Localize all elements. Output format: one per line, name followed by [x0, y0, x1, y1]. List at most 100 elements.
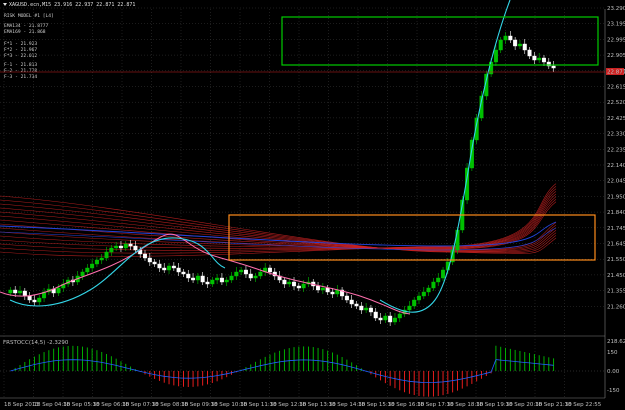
price-tick-label: 21.745: [607, 226, 625, 232]
candle-body: [18, 290, 23, 294]
osc-axis-label: 218.6259: [607, 339, 625, 345]
candle-body: [388, 315, 393, 323]
candle-body: [8, 289, 13, 294]
candle-body: [320, 287, 325, 291]
osc-axis-label: -150: [607, 388, 620, 394]
candle-body: [157, 263, 162, 269]
ema-ribbon-line: [0, 193, 557, 249]
candle-body: [330, 291, 335, 295]
candle-body: [13, 289, 18, 294]
candle-body: [167, 265, 172, 271]
candle-body: [224, 279, 229, 283]
candle-body: [349, 299, 354, 305]
cyan-trend-line: [9, 0, 511, 313]
price-tick-label: 22.995: [607, 37, 625, 43]
candle-body: [90, 263, 95, 269]
candle-body: [22, 290, 27, 297]
candle-body: [416, 295, 422, 301]
candle-body: [133, 245, 138, 251]
price-tick-label: 23.195: [607, 22, 625, 28]
candle-body: [176, 267, 181, 273]
candle-body: [162, 267, 167, 271]
price-tick-label: 22.140: [607, 163, 625, 169]
candle-body: [32, 299, 37, 303]
price-tick-label: 22.615: [607, 85, 625, 91]
candle-body: [517, 43, 522, 47]
candle-body: [364, 307, 369, 311]
time-tick-label: 18 Sep 22:55: [565, 402, 602, 408]
candle-body: [234, 271, 239, 277]
candle-body: [325, 287, 330, 293]
oscillator-title: FRSTOCC(14,5) -2.3290: [3, 340, 69, 346]
ema-ribbon-line: [0, 191, 557, 249]
candle-body: [195, 275, 200, 281]
candle-body: [532, 55, 537, 61]
candle-body: [441, 269, 446, 279]
candle-body: [513, 39, 518, 47]
candle-body: [421, 291, 426, 297]
candle-body: [316, 285, 321, 291]
price-tick-label: 21.450: [607, 273, 625, 279]
current-price-label: 22.871: [607, 70, 625, 76]
price-tick-label: 22.045: [607, 179, 625, 185]
candle-body: [99, 257, 104, 261]
candle-body: [205, 281, 210, 285]
candle-body: [56, 287, 61, 294]
candle-body: [359, 305, 364, 311]
candle-body: [114, 245, 119, 249]
candle-body: [436, 277, 441, 283]
candle-body: [171, 265, 176, 269]
candle-body: [94, 259, 99, 265]
candle-body: [503, 35, 508, 41]
candle-body: [85, 267, 90, 273]
chart-window[interactable]: XAGUSD.ecn,M15 23.916 22.937 22.871 22.8…: [0, 0, 625, 410]
price-tick-label: 21.355: [607, 289, 625, 295]
candle-body: [147, 257, 152, 263]
candle-body: [551, 65, 556, 69]
candle-body: [258, 271, 263, 277]
candle-body: [229, 275, 234, 281]
candle-body: [301, 283, 306, 289]
candle-body: [426, 287, 431, 293]
candle-body: [292, 281, 297, 287]
candle-body: [354, 303, 359, 307]
osc-axis-label: 150: [607, 350, 618, 356]
candle-body: [215, 277, 220, 281]
price-axis-strip: [605, 0, 625, 410]
candle-body: [128, 243, 133, 247]
candle-body: [287, 281, 292, 285]
price-tick-label: 21.840: [607, 210, 625, 216]
candle-body: [344, 295, 349, 301]
price-tick-label: 22.905: [607, 53, 625, 59]
price-tick-label: 21.550: [607, 257, 625, 263]
candle-body: [200, 275, 205, 283]
osc-axis-label: 0.00: [607, 369, 620, 375]
price-tick-label: 22.520: [607, 100, 625, 106]
price-tick-label: 23.290: [607, 6, 625, 12]
candle-body: [27, 295, 32, 301]
candle-body: [373, 311, 378, 319]
candle-body: [248, 273, 253, 279]
candle-body: [397, 313, 402, 319]
price-chart-canvas[interactable]: 23.29023.19522.99522.90522.80022.61522.5…: [0, 0, 625, 410]
candle-body: [335, 289, 340, 295]
price-tick-label: 22.235: [607, 147, 625, 153]
candle-body: [527, 49, 532, 57]
candle-body: [253, 275, 258, 279]
price-tick-label: 21.645: [607, 242, 625, 248]
candle-body: [37, 297, 42, 303]
candle-body: [181, 271, 186, 275]
price-tick-label: 21.950: [607, 194, 625, 200]
candle-body: [407, 305, 412, 311]
candle-body: [239, 269, 244, 273]
candle-body: [104, 251, 109, 259]
candle-body: [80, 271, 85, 277]
price-tick-label: 22.330: [607, 132, 625, 138]
candle-body: [109, 247, 114, 253]
candle-body: [412, 299, 417, 307]
candle-body: [522, 43, 527, 51]
candle-body: [493, 49, 498, 63]
candle-body: [498, 39, 503, 51]
candle-body: [508, 35, 513, 41]
candle-body: [186, 273, 191, 279]
